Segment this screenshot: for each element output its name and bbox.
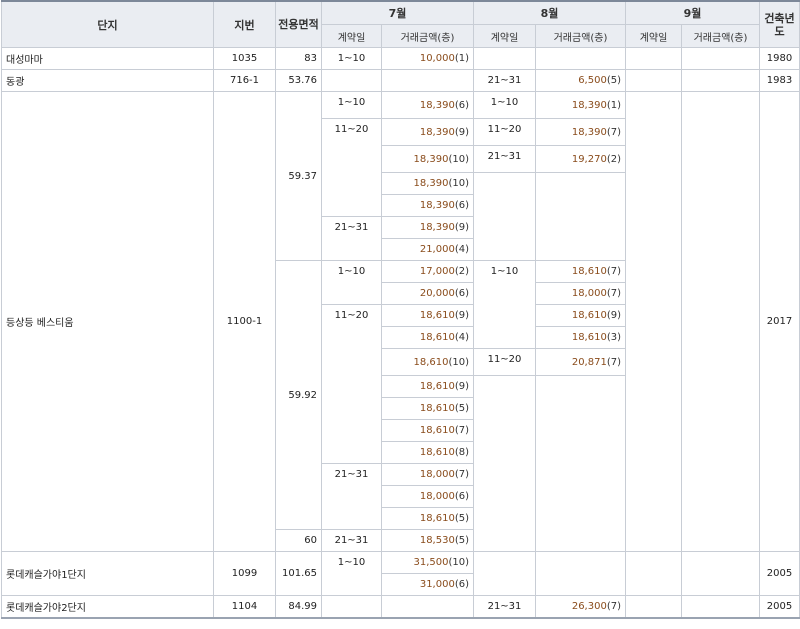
lot-number: 1100-1: [213, 91, 276, 552]
lot-number: 1035: [213, 47, 276, 70]
price-cell: 18,390(10): [381, 145, 474, 173]
built-year: 2005: [759, 595, 800, 619]
built-year: 2017: [759, 91, 800, 552]
contract-day: 21~31: [473, 595, 536, 619]
complex-name: 롯데캐슬가야2단지: [1, 595, 214, 619]
area-value: 59.92: [275, 260, 322, 530]
price-cell: 18,390(6): [381, 194, 474, 217]
header-built-year: 건축년도: [759, 0, 800, 48]
header-sep-amount: 거래금액(층): [681, 24, 760, 48]
contract-day: 21~31: [321, 463, 382, 530]
area-value: 84.99: [275, 595, 322, 619]
price-cell: 18,610(5): [381, 397, 474, 420]
built-year: 1980: [759, 47, 800, 70]
complex-name: 롯데캐슬가야1단지: [1, 551, 214, 596]
header-complex: 단지: [1, 0, 214, 48]
price-cell: 18,610(5): [381, 507, 474, 530]
lot-number: 716-1: [213, 69, 276, 92]
apartment-transaction-table: 단지 지번 전용면적 7월 8월 9월 건축년도 계약일 거래금액(층) 계약일…: [1, 0, 800, 619]
header-jul-amount: 거래금액(층): [381, 24, 474, 48]
price-cell: 20,871(7): [535, 348, 626, 376]
contract-day: 21~31: [473, 69, 536, 92]
price-cell: 18,610(9): [381, 304, 474, 327]
contract-day: 21~31: [473, 145, 536, 173]
price-cell: 31,000(6): [381, 573, 474, 596]
price-cell: 18,610(4): [381, 326, 474, 349]
contract-day: 21~31: [321, 216, 382, 261]
price-cell: 18,610(9): [381, 375, 474, 398]
built-year: 1983: [759, 69, 800, 92]
contract-day: 21~31: [321, 529, 382, 552]
price-cell: 10,000(1): [381, 47, 474, 70]
price-cell: 19,270(2): [535, 145, 626, 173]
price-cell: 17,000(2): [381, 260, 474, 283]
price-cell: 18,610(9): [535, 304, 626, 327]
price-cell: 26,300(7): [535, 595, 626, 619]
contract-day: 1~10: [321, 260, 382, 305]
header-july: 7월: [321, 0, 474, 25]
price-cell: 21,000(4): [381, 238, 474, 261]
table-row: 롯데캐슬가야1단지 1099 101.65 1~10 31,500(10) 20…: [1, 551, 800, 596]
built-year: 2005: [759, 551, 800, 596]
header-september: 9월: [625, 0, 760, 25]
contract-day: 11~20: [321, 304, 382, 464]
contract-day: 11~20: [473, 118, 536, 146]
price-cell: 18,000(6): [381, 485, 474, 508]
price-cell: 18,390(9): [381, 118, 474, 146]
price-cell: 18,610(10): [381, 348, 474, 376]
price-cell: 18,610(7): [381, 419, 474, 442]
price-cell: 18,390(1): [535, 91, 626, 119]
complex-name: 동광: [1, 69, 214, 92]
price-cell: 18,000(7): [535, 282, 626, 305]
complex-name: 대성마마: [1, 47, 214, 70]
contract-day: 11~20: [321, 118, 382, 217]
price-cell: 18,000(7): [381, 463, 474, 486]
header-lot: 지번: [213, 0, 276, 48]
lot-number: 1104: [213, 595, 276, 619]
price-cell: 18,390(6): [381, 91, 474, 119]
contract-day: 1~10: [473, 91, 536, 119]
header-august: 8월: [473, 0, 626, 25]
price-cell: 18,390(9): [381, 216, 474, 239]
area-value: 83: [275, 47, 322, 70]
header-area: 전용면적: [275, 0, 322, 48]
price-cell: 6,500(5): [535, 69, 626, 92]
header-sep-contract-day: 계약일: [625, 24, 682, 48]
lot-number: 1099: [213, 551, 276, 596]
area-value: 60: [275, 529, 322, 552]
price-cell: 31,500(10): [381, 551, 474, 574]
area-value: 59.37: [275, 91, 322, 261]
contract-day: 1~10: [321, 551, 382, 596]
price-cell: 18,390(7): [535, 118, 626, 146]
header-jul-contract-day: 계약일: [321, 24, 382, 48]
table-row: 등상등 베스티움 1100-1 59.37 1~10 18,390(6) 1~1…: [1, 91, 800, 552]
complex-name: 등상등 베스티움: [1, 91, 214, 552]
area-value: 101.65: [275, 551, 322, 596]
header-aug-amount: 거래금액(층): [535, 24, 626, 48]
price-cell: 20,000(6): [381, 282, 474, 305]
contract-day: 1~10: [473, 260, 536, 349]
table-row: 동광 716-1 53.76 21~31 6,500(5) 1983: [1, 69, 800, 92]
price-cell: 18,390(10): [381, 172, 474, 195]
area-value: 53.76: [275, 69, 322, 92]
price-cell: 18,530(5): [381, 529, 474, 552]
price-cell: 18,610(8): [381, 441, 474, 464]
header-aug-contract-day: 계약일: [473, 24, 536, 48]
price-cell: 18,610(3): [535, 326, 626, 349]
contract-day: 1~10: [321, 47, 382, 70]
table-row: 대성마마 1035 83 1~10 10,000(1) 1980: [1, 47, 800, 70]
contract-day: 11~20: [473, 348, 536, 376]
contract-day: 1~10: [321, 91, 382, 119]
table-row: 롯데캐슬가야2단지 1104 84.99 21~31 26,300(7) 200…: [1, 595, 800, 619]
price-cell: 18,610(7): [535, 260, 626, 283]
